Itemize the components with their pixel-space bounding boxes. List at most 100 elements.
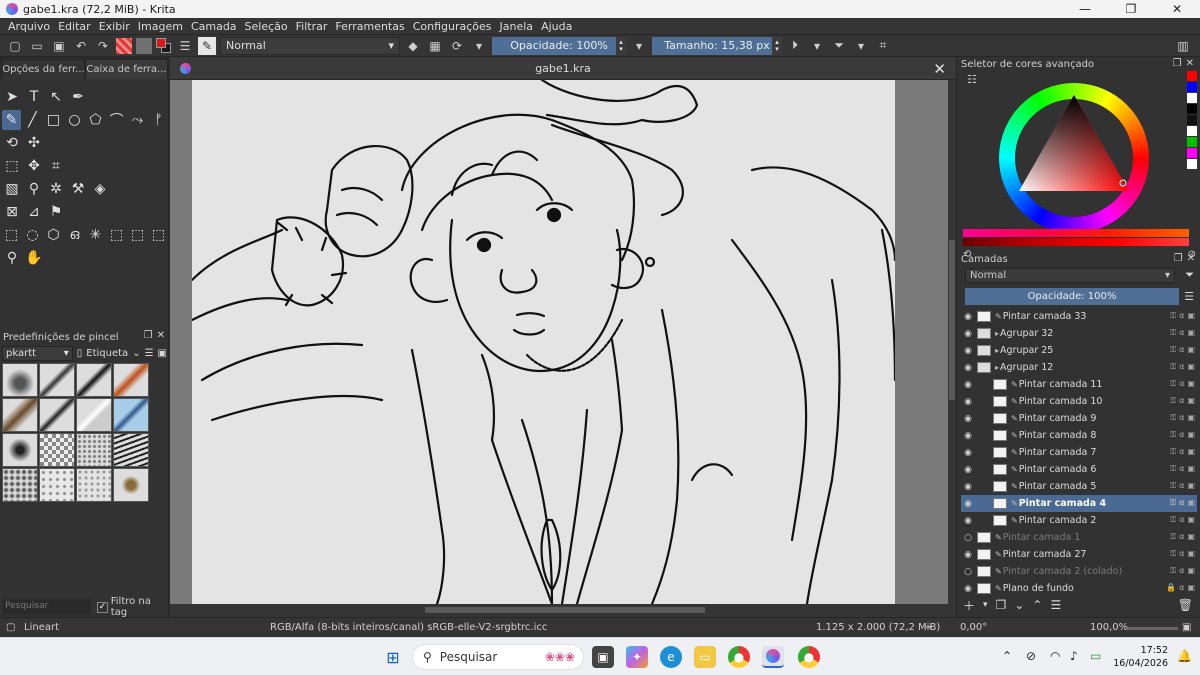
alpha-inherit-icon[interactable]: α [1179,345,1184,355]
display-mode-icon[interactable]: ▣ [158,348,167,359]
file-explorer-icon[interactable]: ▭ [694,646,716,668]
menu-selecao[interactable]: Seleção [241,20,292,33]
chevron-down-icon[interactable]: ▾ [983,600,988,610]
eye-visible-icon[interactable]: ◉ [961,414,975,424]
dynamic-brush-icon[interactable]: ⟲ [2,133,22,153]
alpha-inherit-icon[interactable]: α [1179,413,1184,423]
layer-row[interactable]: ◉ ✎ Plano de fundo 🔒 α ▣ [961,580,1197,597]
minimize-button[interactable]: — [1062,0,1108,18]
gradient-swatch[interactable] [116,37,132,54]
eye-visible-icon[interactable]: ◉ [961,363,975,373]
eye-visible-icon[interactable]: ◉ [961,312,975,322]
alpha-inherit-icon[interactable]: α [1179,481,1184,491]
spin-arrows-icon[interactable]: ▴ ▾ [772,36,782,55]
tab-tool-options[interactable]: Opções da ferr... [2,59,85,79]
layer-row[interactable]: ○ ✎ Pintar camada 1 ⚿ α ▣ [961,529,1197,546]
alpha-inherit-icon[interactable]: α [1179,532,1184,542]
notifications-icon[interactable]: 🔔 [1177,649,1192,663]
color-picker-icon[interactable]: ⚲ [24,179,44,199]
brush-preset[interactable] [39,468,75,502]
eye-visible-icon[interactable]: ◉ [961,465,975,475]
gradient-tool-icon[interactable]: ▧ [2,179,22,199]
transform-tool-icon[interactable]: ⬚ [2,156,22,176]
lock-open-icon[interactable]: ⚿ [1170,396,1176,406]
layer-checkbox-icon[interactable]: ▣ [1187,396,1195,406]
menu-camada[interactable]: Camada [187,20,241,33]
brush-search-input[interactable]: Pesquisar [2,599,92,615]
eye-visible-icon[interactable]: ◉ [961,482,975,492]
layer-checkbox-icon[interactable]: ▣ [1187,413,1195,423]
zoom-slider[interactable] [1128,627,1178,630]
pattern-swatch[interactable] [136,37,152,54]
calligraphy-icon[interactable]: ✒ [68,87,88,107]
layer-row[interactable]: ◉ ✎ Pintar camada 11 ⚿ α ▣ [961,376,1197,393]
battery-icon[interactable]: ▭ [1090,649,1101,663]
layer-row[interactable]: ◉ ✎ Pintar camada 5 ⚿ α ▣ [961,478,1197,495]
layer-row[interactable]: ◉ ✎ Pintar camada 33 ⚿ α ▣ [961,308,1197,325]
reload-preset-icon[interactable]: ⟳ [448,37,466,55]
lock-closed-icon[interactable]: 🔒 [1166,583,1176,592]
eye-visible-icon[interactable]: ◉ [961,550,975,560]
rotation-value[interactable]: 0,00° [960,622,987,633]
fill-tool-icon[interactable]: ◈ [90,179,110,199]
brush-preset[interactable] [39,398,75,432]
measure-tool-icon[interactable]: ⊿ [24,202,44,222]
brush-preset[interactable] [2,398,38,432]
layer-row[interactable]: ◉ ✎ Pintar camada 10 ⚿ α ▣ [961,393,1197,410]
etiqueta-button[interactable]: Etiqueta [86,348,128,359]
layer-checkbox-icon[interactable]: ▣ [1187,328,1195,338]
magnetic-select-icon[interactable]: ⬚ [149,225,168,245]
layer-row[interactable]: ◉ ✎ Pintar camada 8 ⚿ α ▣ [961,427,1197,444]
alpha-inherit-icon[interactable]: α [1179,583,1184,592]
eye-visible-icon[interactable]: ◉ [961,584,975,594]
brush-preset[interactable] [113,363,149,397]
brush-preset[interactable] [76,398,112,432]
ellipse-select-icon[interactable]: ◌ [23,225,42,245]
lock-open-icon[interactable]: ⚿ [1170,328,1176,338]
freehand-brush-icon[interactable]: ✎ [2,110,21,130]
layer-group-row[interactable]: ◉ ▸ Agrupar 25 ⚿ α ▣ [961,342,1197,359]
brush-preset[interactable] [113,433,149,467]
menu-editar[interactable]: Editar [54,20,95,33]
polygon-tool-icon[interactable]: ⬠ [86,110,105,130]
workspace-icon[interactable]: ▥ [1174,37,1192,55]
layer-checkbox-icon[interactable]: ▣ [1187,311,1195,321]
layer-checkbox-icon[interactable]: ▣ [1187,481,1195,491]
vertical-scrollbar[interactable] [948,80,956,604]
menu-janela[interactable]: Janela [496,20,538,33]
lock-open-icon[interactable]: ⚿ [1170,362,1176,372]
hue-slider[interactable] [963,229,1189,237]
lock-open-icon[interactable]: ⚿ [1170,413,1176,423]
lock-open-icon[interactable]: ⚿ [1170,379,1176,389]
close-panel-icon[interactable]: ✕ [157,330,165,341]
layer-checkbox-icon[interactable]: ▣ [1187,532,1195,542]
crop-tool-icon[interactable]: ⌗ [46,156,66,176]
eraser-icon[interactable]: ◆ [404,37,422,55]
rectangle-tool-icon[interactable]: □ [44,110,63,130]
layers-menu-icon[interactable]: ☰ [1184,290,1194,303]
layer-checkbox-icon[interactable]: ▣ [1187,379,1195,389]
brush-preset-icon[interactable]: ✎ [198,36,216,55]
tray-chevron-icon[interactable]: ⌃ [1002,649,1012,663]
menu-arquivo[interactable]: Arquivo [4,20,54,33]
lock-open-icon[interactable]: ⚿ [1170,345,1176,355]
filter-layers-icon[interactable]: ⏷ [1185,268,1194,282]
spin-arrows-icon[interactable]: ▴ ▾ [616,36,626,55]
alpha-inherit-icon[interactable]: α [1179,362,1184,372]
eye-visible-icon[interactable]: ◉ [961,499,975,509]
selector-settings-icon[interactable]: ☷ [967,73,977,86]
lock-open-icon[interactable]: ⚿ [1170,498,1176,508]
layer-group-row[interactable]: ◉ ▸ Agrupar 12 ⚿ α ▣ [961,359,1197,376]
recent-color-swatch[interactable] [1187,93,1197,103]
bezier-select-icon[interactable]: ⬚ [128,225,147,245]
menu-ajuda[interactable]: Ajuda [537,20,576,33]
close-panel-icon[interactable]: ✕ [1187,253,1195,264]
view-menu-icon[interactable]: ☰ [145,348,154,359]
alpha-lock-icon[interactable]: ▦ [426,37,444,55]
layer-row[interactable]: ◉ ✎ Pintar camada 4 ⚿ α ▣ [961,495,1197,512]
brush-preview-icon[interactable]: ▢ [6,622,15,633]
brush-preset[interactable] [76,433,112,467]
layer-checkbox-icon[interactable]: ▣ [1187,566,1195,576]
maximize-button[interactable]: ❐ [1108,0,1154,18]
freehand-select-icon[interactable]: ഒ [65,225,84,245]
